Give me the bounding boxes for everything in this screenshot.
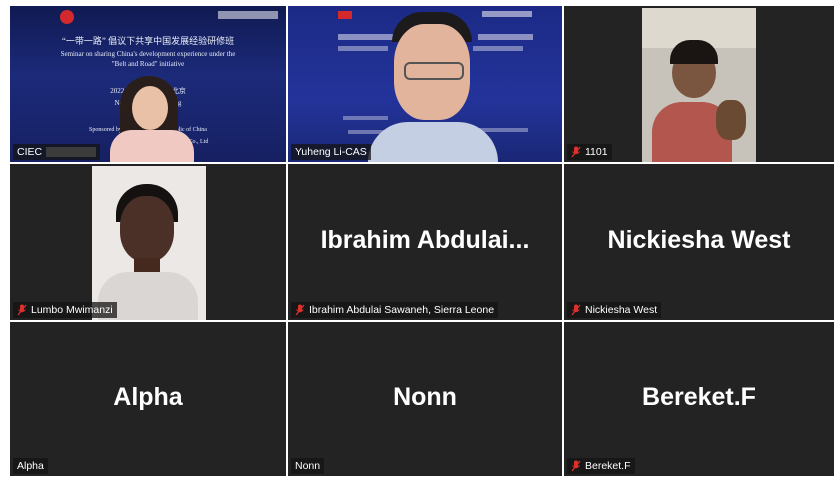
participant-name-label: Lumbo Mwimanzi xyxy=(13,302,117,318)
video-tile-yuheng-li-cas[interactable]: Yuheng Li-CAS xyxy=(288,6,562,162)
slide-title-en-1: Seminar on sharing China's development e… xyxy=(60,50,236,58)
participant-name: Lumbo Mwimanzi xyxy=(31,304,113,316)
participant-video xyxy=(642,8,756,162)
presenter-video xyxy=(106,76,198,162)
participant-display-name: Alpha xyxy=(113,383,183,412)
participant-display-name: Ibrahim Abdulai... xyxy=(320,226,530,255)
mic-muted-icon xyxy=(295,304,305,316)
participant-name-label: Nickiesha West xyxy=(567,302,662,318)
participant-name-label: Ibrahim Abdulai Sawaneh, Sierra Leone xyxy=(291,302,499,318)
video-tile-1101[interactable]: 1101 xyxy=(564,6,834,162)
participant-name-label: Nonn xyxy=(291,458,325,474)
participant-video xyxy=(92,166,206,320)
participant-name: CIEC xyxy=(17,146,43,158)
participant-name: Nonn xyxy=(295,460,321,472)
video-tile-ibrahim-abdulai[interactable]: Ibrahim Abdulai... Ibrahim Abdulai Sawan… xyxy=(288,164,562,320)
participant-name: 1101 xyxy=(585,146,608,158)
participant-display-name: Nonn xyxy=(393,383,457,412)
slide-logo xyxy=(60,10,74,24)
participant-display-name: Nickiesha West xyxy=(607,226,791,255)
slide-logo xyxy=(338,11,352,19)
participant-name: Yuheng Li-CAS xyxy=(295,146,367,158)
participant-name-label: Yuheng Li-CAS xyxy=(291,144,371,160)
name-redaction xyxy=(46,147,97,157)
video-tile-alpha[interactable]: Alpha Alpha xyxy=(10,322,286,476)
mic-muted-icon xyxy=(571,460,581,472)
slide-title-cn: “一带一路” 倡议下共享中国发展经验研修班 xyxy=(61,36,235,46)
participant-name: Bereket.F xyxy=(585,460,631,472)
mic-muted-icon xyxy=(17,304,27,316)
participant-display-name: Bereket.F xyxy=(642,383,756,412)
participant-name-label: Bereket.F xyxy=(567,458,635,474)
participant-video xyxy=(368,12,498,162)
video-tile-ciec[interactable]: “一带一路” 倡议下共享中国发展经验研修班 Seminar on sharing… xyxy=(10,6,286,162)
participant-name-label: Alpha xyxy=(13,458,48,474)
video-tile-nonn[interactable]: Nonn Nonn xyxy=(288,322,562,476)
participant-name: Nickiesha West xyxy=(585,304,658,316)
participant-name-label: CIEC xyxy=(13,144,101,160)
participant-name-label: 1101 xyxy=(567,144,612,160)
video-tile-nickiesha-west[interactable]: Nickiesha West Nickiesha West xyxy=(564,164,834,320)
slide-title-en-2: "Belt and Road" initiative xyxy=(111,60,185,68)
participant-name: Ibrahim Abdulai Sawaneh, Sierra Leone xyxy=(309,304,495,316)
mic-muted-icon xyxy=(571,146,581,158)
video-tile-lumbo-mwimanzi[interactable]: Lumbo Mwimanzi xyxy=(10,164,286,320)
video-gallery: “一带一路” 倡议下共享中国发展经验研修班 Seminar on sharing… xyxy=(0,0,837,479)
slide-header-right xyxy=(218,11,278,19)
mic-muted-icon xyxy=(571,304,581,316)
video-tile-bereket-f[interactable]: Bereket.F Bereket.F xyxy=(564,322,834,476)
participant-name: Alpha xyxy=(17,460,44,472)
